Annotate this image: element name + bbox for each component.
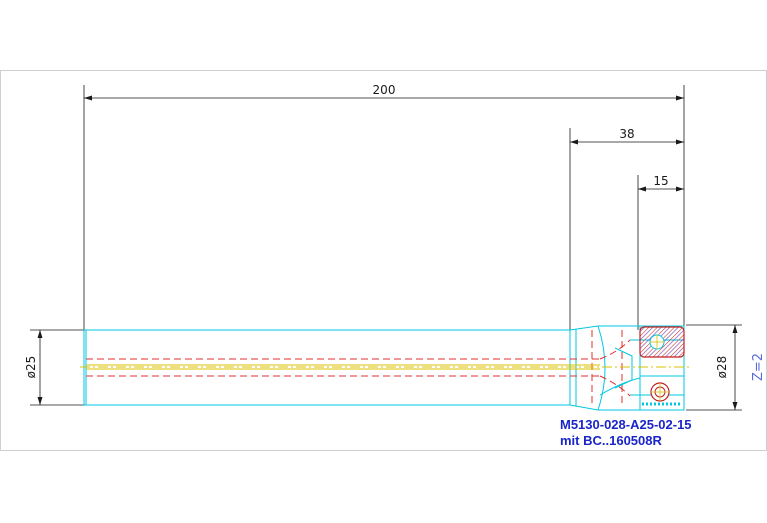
overall-length-label: 200 (373, 83, 396, 97)
head-length-label: 38 (619, 127, 634, 141)
tooth-count-label: Z=2 (751, 353, 766, 381)
insert-length-label: 15 (653, 174, 668, 188)
cutting-insert (639, 326, 685, 358)
shank-diameter-label: ø25 (24, 356, 38, 379)
technical-drawing: 200 38 15 ø25 ø28 Z=2 M5130-028-A25-02-1… (0, 70, 767, 451)
cutting-diameter-label: ø28 (715, 356, 729, 379)
part-number-label: M5130-028-A25-02-15 (560, 417, 692, 432)
insert-note-label: mit BC..160508R (560, 433, 662, 448)
